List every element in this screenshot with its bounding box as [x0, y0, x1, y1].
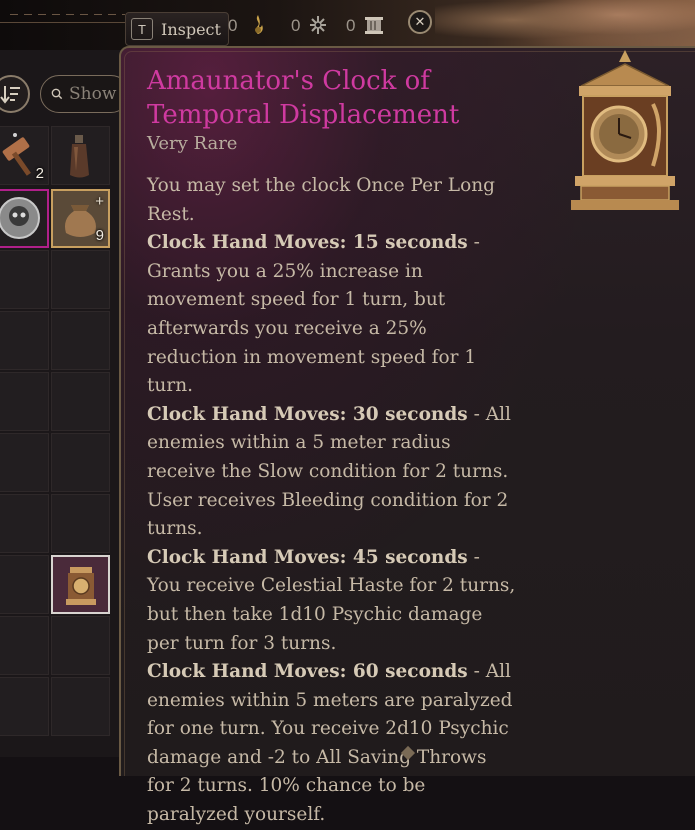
top-ornament-border [0, 8, 125, 23]
inventory-slot-empty[interactable] [0, 433, 49, 492]
inventory-slot-rare[interactable] [0, 189, 49, 248]
inventory-slot-empty[interactable] [51, 433, 110, 492]
skull-coin-item-icon [0, 197, 40, 239]
stack-count: 9 [95, 227, 104, 244]
scroll-counter: 0 [346, 16, 356, 35]
search-icon [51, 88, 63, 100]
add-icon: + [95, 193, 104, 210]
inventory-slot-empty[interactable] [51, 616, 110, 675]
inventory-slot-empty[interactable] [51, 494, 110, 553]
inventory-slot-empty[interactable] [0, 311, 49, 370]
item-description: You may set the clock Once Per Long Rest… [147, 172, 517, 830]
inspect-button[interactable]: T Inspect [125, 12, 229, 46]
effect-entry: Clock Hand Moves: 30 seconds - All enemi… [147, 401, 517, 544]
inventory-slot-empty[interactable] [0, 494, 49, 553]
inspect-label: Inspect [161, 19, 221, 39]
inventory-search[interactable] [40, 75, 130, 113]
effect-trigger: Clock Hand Moves: 15 seconds [147, 232, 468, 254]
effect-trigger: Clock Hand Moves: 45 seconds [147, 546, 468, 568]
inventory-slot-empty[interactable] [51, 311, 110, 370]
effect-trigger: Clock Hand Moves: 60 seconds [147, 661, 468, 683]
inventory-slot-empty[interactable] [0, 677, 49, 736]
star-counter: 0 [291, 16, 301, 35]
inventory-slot[interactable]: 2 [0, 126, 49, 185]
sort-icon [0, 86, 20, 104]
inventory-slot[interactable] [51, 126, 110, 185]
close-button[interactable]: ✕ [408, 10, 432, 34]
inventory-slot-empty[interactable] [0, 555, 49, 614]
scroll-icon [365, 17, 383, 34]
flame-icon [255, 15, 263, 34]
close-icon: ✕ [414, 14, 426, 30]
item-rarity: Very Rare [147, 133, 238, 154]
effect-entry: Clock Hand Moves: 45 seconds - You recei… [147, 544, 517, 658]
inventory-slot-empty[interactable] [0, 250, 49, 309]
item-tooltip: Amaunator's Clock of Temporal Displaceme… [119, 46, 695, 825]
stack-count: 2 [35, 165, 44, 182]
inventory-slot-empty[interactable] [51, 250, 110, 309]
inventory-slot-hovered[interactable] [51, 555, 110, 614]
star-burst-icon [310, 16, 326, 34]
bottle-item-icon [70, 135, 89, 178]
effect-text: - All enemies within 5 meters are paraly… [147, 661, 513, 826]
inventory-slot-empty[interactable] [51, 677, 110, 736]
flame-counter: 0 [228, 16, 238, 35]
effect-entry: Clock Hand Moves: 60 seconds - All enemi… [147, 658, 517, 830]
effect-text: - Grants you a 25% increase in movement … [147, 232, 480, 397]
scenery-rock [435, 0, 695, 50]
effect-trigger: Clock Hand Moves: 30 seconds [147, 403, 468, 425]
inventory-slot-empty[interactable] [0, 372, 49, 431]
inventory-slot-empty[interactable] [0, 616, 49, 675]
clock-item-icon [66, 567, 96, 605]
item-title: Amaunator's Clock of Temporal Displaceme… [147, 66, 460, 130]
description-intro: You may set the clock Once Per Long Rest… [147, 175, 495, 225]
inventory-slot-empty[interactable] [51, 372, 110, 431]
effect-entry: Clock Hand Moves: 15 seconds - Grants yo… [147, 229, 517, 401]
keybind-hint: T [131, 18, 153, 40]
inventory-slot-selected[interactable]: + 9 [51, 189, 110, 248]
clock-item-artwork [571, 50, 679, 210]
